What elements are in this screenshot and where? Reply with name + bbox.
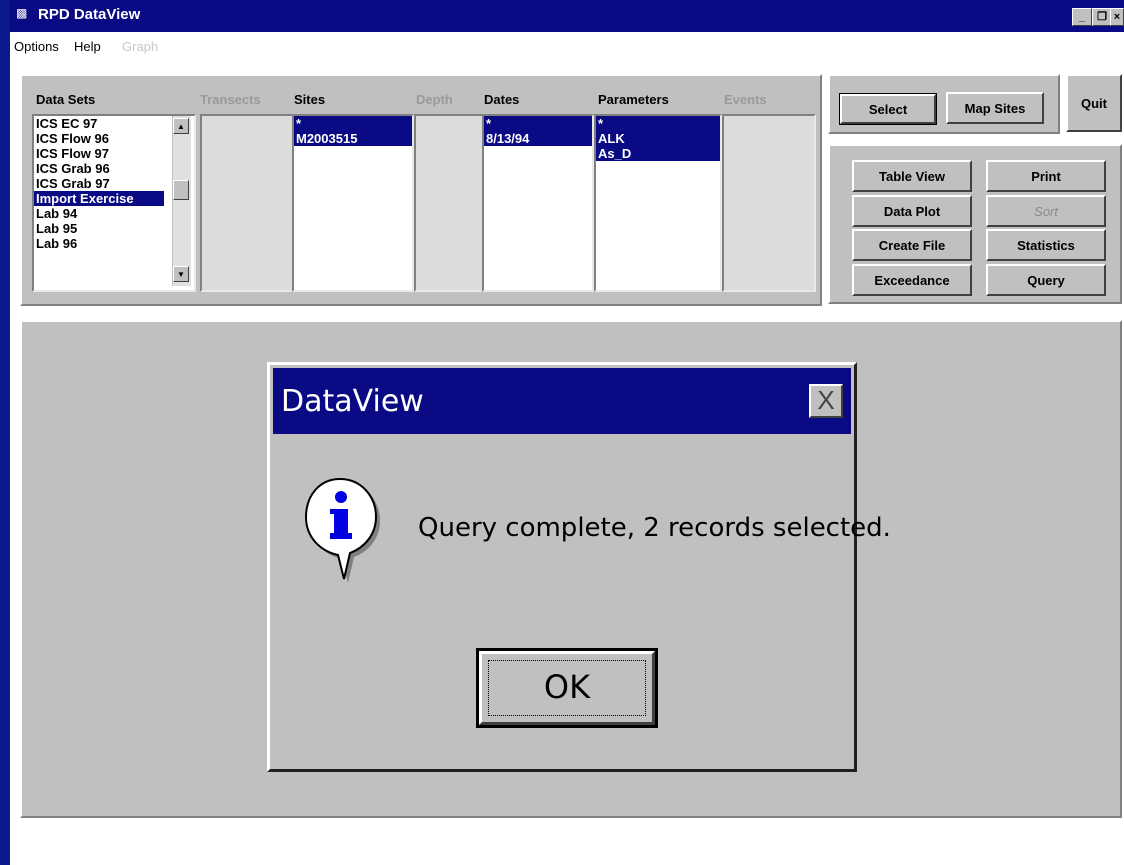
exceedance-button[interactable]: Exceedance [852, 264, 972, 296]
title-bar: ▩ RPD DataView _ ❐ × [10, 0, 1124, 32]
create-file-button[interactable]: Create File [852, 229, 972, 261]
quit-button[interactable]: Quit [1066, 74, 1122, 132]
ok-button-label: OK [543, 668, 591, 706]
menu-options[interactable]: Options [14, 39, 59, 54]
list-item[interactable]: Lab 94 [34, 206, 194, 221]
restore-icon[interactable]: ❐ [1092, 8, 1112, 26]
dialog-title: DataView [281, 384, 424, 419]
table-view-button[interactable]: Table View [852, 160, 972, 192]
list-item[interactable]: ICS EC 97 [34, 116, 194, 131]
dialog-close-icon[interactable]: X [809, 384, 843, 418]
data-plot-button[interactable]: Data Plot [852, 195, 972, 227]
list-item-selected[interactable]: ALK [596, 131, 720, 146]
ok-button[interactable]: OK [476, 648, 658, 728]
window-title: RPD DataView [38, 6, 141, 23]
transects-list [200, 114, 294, 292]
minimize-icon[interactable]: _ [1072, 8, 1092, 26]
list-item-selected[interactable]: * [596, 116, 720, 131]
list-item[interactable]: ICS Flow 96 [34, 131, 194, 146]
list-item-selected[interactable]: * [294, 116, 412, 131]
header-events: Events [724, 92, 767, 107]
list-item[interactable]: ICS Grab 97 [34, 176, 194, 191]
list-item[interactable]: ICS Grab 96 [34, 161, 194, 176]
sites-list[interactable]: * M2003515 [292, 114, 414, 292]
scroll-down-icon[interactable]: ▼ [173, 266, 189, 282]
menu-help[interactable]: Help [74, 39, 101, 54]
header-parameters: Parameters [598, 92, 669, 107]
list-item-selected[interactable]: As_D [596, 146, 720, 161]
list-item-selected[interactable]: Import Exercise [34, 191, 164, 206]
header-data-sets: Data Sets [36, 92, 96, 107]
map-sites-button[interactable]: Map Sites [946, 92, 1044, 124]
info-icon [304, 477, 380, 583]
close-icon[interactable]: × [1110, 8, 1124, 26]
sort-button: Sort [986, 195, 1106, 227]
menu-bar: Options Help Graph [10, 32, 1124, 60]
list-item[interactable]: ICS Flow 97 [34, 146, 194, 161]
menu-graph: Graph [122, 39, 159, 54]
message-dialog: DataView X Query complete, 2 records sel… [267, 362, 891, 772]
dialog-title-bar: DataView X [273, 368, 851, 434]
dialog-message: Query complete, 2 records selected. [418, 513, 891, 543]
header-dates: Dates [484, 92, 520, 107]
list-item-selected[interactable]: * [484, 116, 592, 131]
data-sets-list[interactable]: ICS EC 97 ICS Flow 96 ICS Flow 97 ICS Gr… [32, 114, 196, 292]
dates-list[interactable]: * 8/13/94 [482, 114, 594, 292]
list-item[interactable]: Lab 95 [34, 221, 194, 236]
list-item-selected[interactable]: 8/13/94 [484, 131, 592, 146]
print-button[interactable]: Print [986, 160, 1106, 192]
events-list [722, 114, 816, 292]
query-button[interactable]: Query [986, 264, 1106, 296]
scroll-thumb[interactable] [173, 180, 189, 200]
list-item-selected[interactable]: M2003515 [294, 131, 412, 146]
header-transects: Transects [200, 92, 261, 107]
statistics-button[interactable]: Statistics [986, 229, 1106, 261]
select-button[interactable]: Select [839, 93, 937, 125]
header-depth: Depth [416, 92, 453, 107]
parameters-list[interactable]: * ALK As_D [594, 114, 722, 292]
app-icon: ▩ [16, 6, 28, 20]
scroll-up-icon[interactable]: ▲ [173, 118, 189, 134]
data-sets-scrollbar[interactable]: ▲ ▼ [172, 116, 191, 286]
list-item[interactable]: Lab 96 [34, 236, 194, 251]
depth-list [414, 114, 484, 292]
header-sites: Sites [294, 92, 326, 107]
